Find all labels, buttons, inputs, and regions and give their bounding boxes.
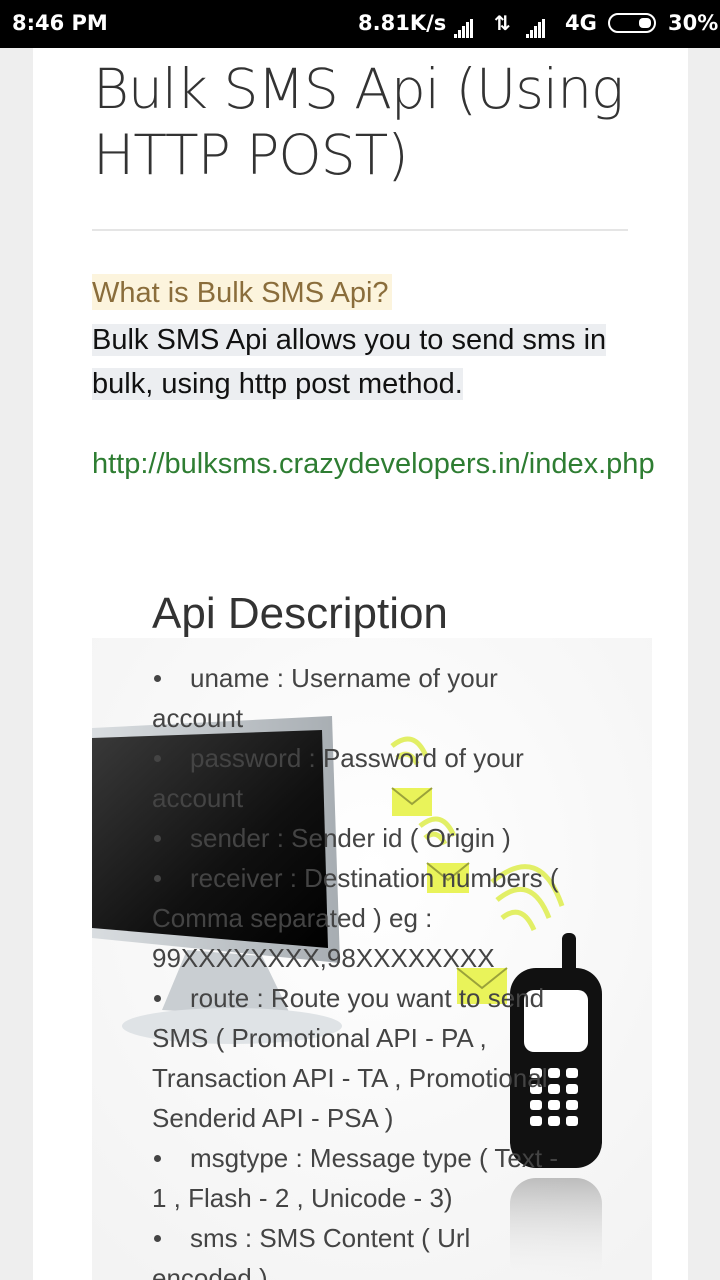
api-url-link[interactable]: http://bulksms.crazydevelopers.in/index.… [92, 444, 655, 484]
network-type: 4G [565, 11, 597, 35]
param-item-route: route : Route you want to send SMS ( Pro… [152, 978, 572, 1138]
page-title: Bulk SMS Api (Using HTTP POST) [93, 57, 624, 187]
param-item-msgtype: msgtype : Message type ( Text - 1 , Flas… [152, 1138, 572, 1218]
api-description-title: Api Description [152, 589, 448, 638]
faq-question: What is Bulk SMS Api? [92, 274, 392, 310]
param-item-receiver: receiver : Destination numbers ( Comma s… [152, 858, 572, 978]
data-arrows-icon: ⇅ [494, 11, 511, 35]
battery-icon [608, 13, 656, 33]
status-time: 8:46 PM [12, 11, 108, 35]
content-card: Bulk SMS Api (Using HTTP POST) What is B… [33, 48, 688, 1280]
param-item-sms: sms : SMS Content ( Url encoded ) [152, 1218, 572, 1280]
param-item-sender: sender : Sender id ( Origin ) [152, 818, 572, 858]
signal-icon [454, 14, 474, 38]
status-bar: 8:46 PM 8.81K/s ⇅ 4G 30% [0, 0, 720, 48]
api-description-section: Api Description uname : Username of your… [92, 588, 652, 1280]
faq-answer-text: Bulk SMS Api allows you to send sms in b… [92, 324, 607, 400]
faq-answer: Bulk SMS Api allows you to send sms in b… [92, 318, 632, 406]
param-item-uname: uname : Username of your account [152, 658, 572, 738]
title-divider [92, 229, 628, 231]
api-parameter-list: uname : Username of your account passwor… [152, 658, 572, 1280]
network-speed: 8.81K/s [358, 11, 447, 35]
battery-percent: 30% [668, 11, 719, 35]
param-item-password: password : Password of your account [152, 738, 572, 818]
signal-icon-2 [526, 14, 546, 38]
battery-fill [639, 18, 651, 28]
